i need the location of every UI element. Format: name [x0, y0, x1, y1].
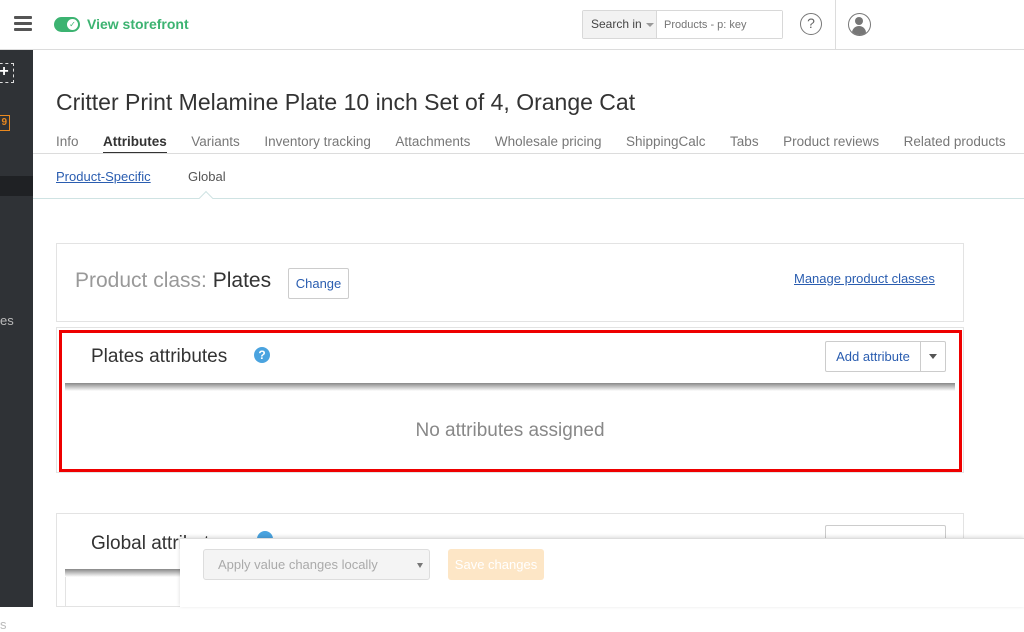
tab-product-reviews[interactable]: Product reviews	[783, 134, 879, 154]
top-bar: ✓ View storefront Search in ?	[0, 0, 1024, 50]
active-subtab-indicator	[198, 190, 214, 206]
save-changes-button[interactable]: Save changes	[448, 549, 544, 580]
tab-bar: Info Attributes Variants Inventory track…	[56, 134, 1024, 154]
sidebar-active-item[interactable]	[0, 176, 33, 196]
notification-badge[interactable]: 9	[0, 115, 10, 131]
menu-icon[interactable]	[14, 16, 32, 32]
storefront-toggle[interactable]: ✓	[54, 17, 80, 32]
tab-shippingcalc[interactable]: ShippingCalc	[626, 134, 706, 154]
search-group: Search in	[582, 10, 783, 39]
divider	[835, 0, 836, 49]
apply-changes-select[interactable]: Apply value changes locally	[203, 549, 430, 580]
bottom-action-bar: Apply value changes locally Save changes	[180, 538, 1024, 607]
divider	[33, 153, 1024, 154]
apply-changes-value: Apply value changes locally	[218, 557, 378, 572]
sidebar-item-label[interactable]: es	[0, 314, 14, 328]
product-class-panel: Product class: Plates Change Manage prod…	[56, 243, 964, 322]
tab-attachments[interactable]: Attachments	[395, 134, 470, 154]
sidebar: + 9 es s	[0, 50, 33, 632]
product-class-label: Product class: Plates	[75, 269, 271, 293]
check-icon: ✓	[67, 19, 78, 30]
sidebar-item-label[interactable]: s	[0, 618, 7, 632]
tab-wholesale-pricing[interactable]: Wholesale pricing	[495, 134, 602, 154]
manage-product-classes-link[interactable]: Manage product classes	[794, 271, 935, 286]
add-icon[interactable]: +	[0, 63, 14, 83]
user-avatar-icon[interactable]	[848, 13, 871, 36]
search-scope-label: Search in	[591, 17, 642, 31]
tab-variants[interactable]: Variants	[191, 134, 240, 154]
tab-info[interactable]: Info	[56, 134, 79, 154]
caret-down-icon	[645, 22, 654, 27]
product-class-value: Plates	[212, 269, 272, 292]
view-storefront-link[interactable]: View storefront	[87, 16, 189, 32]
subtab-bar: Product-Specific Global	[56, 169, 226, 184]
tab-attributes[interactable]: Attributes	[103, 134, 167, 154]
search-scope-dropdown[interactable]: Search in	[583, 11, 657, 38]
subtab-product-specific[interactable]: Product-Specific	[56, 169, 151, 184]
page-title: Critter Print Melamine Plate 10 inch Set…	[56, 89, 636, 115]
product-class-caption: Product class:	[75, 269, 207, 292]
help-icon[interactable]: ?	[800, 13, 822, 35]
tab-inventory-tracking[interactable]: Inventory tracking	[264, 134, 371, 154]
tab-tabs[interactable]: Tabs	[730, 134, 759, 154]
divider	[33, 198, 1024, 199]
change-class-button[interactable]: Change	[288, 268, 349, 299]
subtab-global[interactable]: Global	[188, 169, 226, 184]
caret-down-icon	[417, 563, 423, 568]
tab-related-products[interactable]: Related products	[904, 134, 1006, 154]
search-input[interactable]	[657, 11, 782, 38]
highlight-box	[59, 330, 962, 472]
